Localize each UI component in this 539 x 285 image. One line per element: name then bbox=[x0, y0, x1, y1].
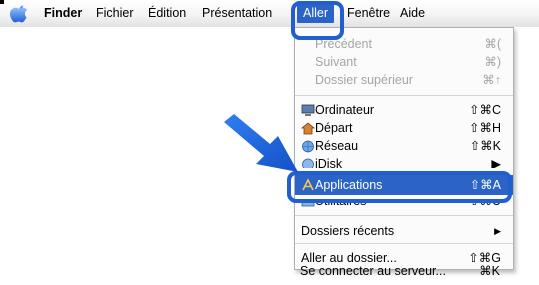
menu-item-dossiers-recents[interactable]: Dossiers récents ▶ bbox=[295, 223, 513, 240]
menu-item-label: Réseau bbox=[315, 139, 359, 153]
menu-fenetre[interactable]: Fenêtre bbox=[347, 4, 390, 23]
shortcut-label: ⇧⌘K bbox=[469, 139, 501, 153]
menu-item-label: Départ bbox=[315, 121, 353, 135]
menu-item-label: Ordinateur bbox=[315, 103, 375, 117]
menu-item-se-connecter-au-serveur[interactable]: Se connecter au serveur... ⌘K bbox=[294, 263, 514, 280]
network-icon bbox=[302, 140, 314, 153]
go-menu-dropdown: Précédent ⌘( Suivant ⌘) Dossier supérieu… bbox=[294, 27, 514, 270]
shortcut-label: ⌘K bbox=[479, 264, 500, 278]
menu-item-label: iDisk bbox=[315, 157, 343, 168]
menu-item-dossier-superieur: Dossier supérieur ⌘↑ bbox=[295, 72, 513, 89]
menu-separator bbox=[295, 95, 513, 96]
shortcut-label: ⌘( bbox=[484, 37, 501, 51]
menu-item-label: Dossier supérieur bbox=[315, 73, 413, 87]
shortcut-label: ⌘↑ bbox=[482, 73, 501, 87]
menu-separator bbox=[295, 215, 513, 216]
menu-item-depart[interactable]: Départ ⇧⌘H bbox=[295, 120, 513, 137]
menu-finder[interactable]: Finder bbox=[44, 4, 82, 23]
menu-aide[interactable]: Aide bbox=[400, 4, 425, 23]
submenu-arrow: ▶ bbox=[491, 157, 501, 168]
home-icon bbox=[301, 122, 315, 135]
idisk-icon bbox=[302, 158, 314, 168]
shortcut-label: ⇧⌘H bbox=[468, 121, 501, 135]
menu-separator bbox=[295, 243, 513, 244]
aller-callout-ring bbox=[291, 1, 344, 40]
submenu-arrow: ▶ bbox=[494, 226, 501, 236]
menu-presentation[interactable]: Présentation bbox=[202, 4, 272, 23]
menu-item-label: Suivant bbox=[315, 55, 357, 69]
screen-corner bbox=[0, 0, 4, 4]
shortcut-label: ⇧⌘C bbox=[468, 103, 501, 117]
menu-bar: Finder Fichier Édition Présentation Alle… bbox=[0, 0, 539, 27]
applications-callout-ring bbox=[287, 171, 512, 203]
menu-item-label: Se connecter au serveur... bbox=[300, 264, 446, 278]
menu-item-suivant: Suivant ⌘) bbox=[295, 54, 513, 71]
menu-fichier[interactable]: Fichier bbox=[96, 4, 134, 23]
apple-icon[interactable] bbox=[10, 3, 30, 23]
callout-arrow-icon bbox=[224, 114, 298, 172]
computer-icon bbox=[301, 104, 315, 116]
menu-item-label: Dossiers récents bbox=[301, 224, 395, 238]
menu-edition[interactable]: Édition bbox=[148, 4, 186, 23]
shortcut-label: ⌘) bbox=[484, 55, 501, 69]
menu-item-reseau[interactable]: Réseau ⇧⌘K bbox=[295, 138, 513, 155]
menu-item-idisk[interactable]: iDisk ▶ bbox=[295, 156, 513, 168]
menu-item-ordinateur[interactable]: Ordinateur ⇧⌘C bbox=[295, 102, 513, 119]
